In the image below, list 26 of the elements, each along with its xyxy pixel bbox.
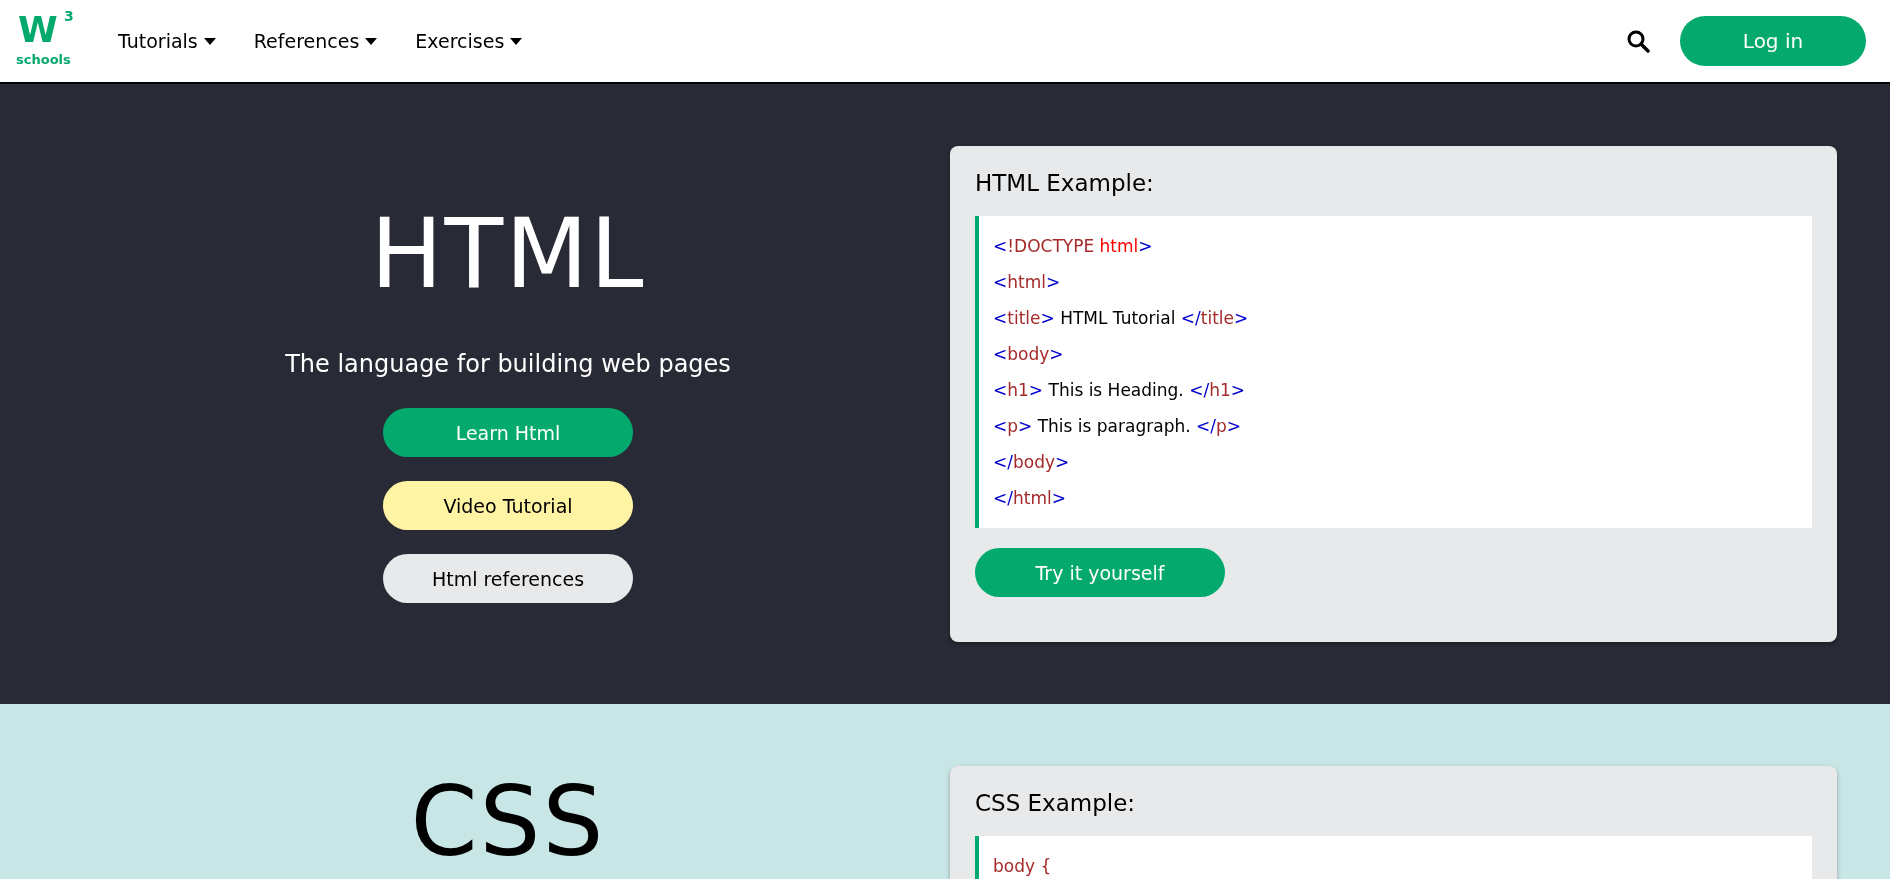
nav-menu-button[interactable]: Tutorials	[106, 22, 228, 60]
code-line: <html>	[993, 271, 1062, 294]
hero-button[interactable]: Video Tutorial	[383, 481, 633, 530]
logo-mark: W	[18, 10, 58, 50]
code-line: <title> HTML Tutorial </title>	[993, 307, 1250, 330]
code-line: </body>	[993, 451, 1071, 474]
nav-menu-button[interactable]: Exercises	[403, 22, 535, 60]
example-title: CSS Example:	[975, 790, 1137, 816]
code-line: body {	[993, 855, 1053, 878]
hero-button[interactable]: Html references	[383, 554, 633, 603]
code-line: <body>	[993, 343, 1065, 366]
logo-superscript: 3	[64, 8, 74, 24]
code-line: <p> This is paragraph. </p>	[993, 415, 1243, 438]
hero-title: HTML	[370, 204, 646, 304]
logo-wordmark: schools	[16, 52, 71, 67]
code-line: <h1> This is Heading. </h1>	[993, 379, 1246, 402]
caret-icon	[365, 37, 378, 45]
code-line: <!DOCTYPE html>	[993, 235, 1154, 258]
nav-menu-button[interactable]: References	[241, 22, 390, 60]
caret-icon	[203, 37, 216, 45]
search-icon[interactable]	[1626, 29, 1650, 53]
code-line: </html>	[993, 487, 1067, 510]
example-title: HTML Example:	[975, 170, 1155, 196]
hero-tagline: The language for building web pages	[285, 350, 731, 378]
hero-title: CSS	[410, 784, 606, 860]
caret-icon	[510, 37, 523, 45]
